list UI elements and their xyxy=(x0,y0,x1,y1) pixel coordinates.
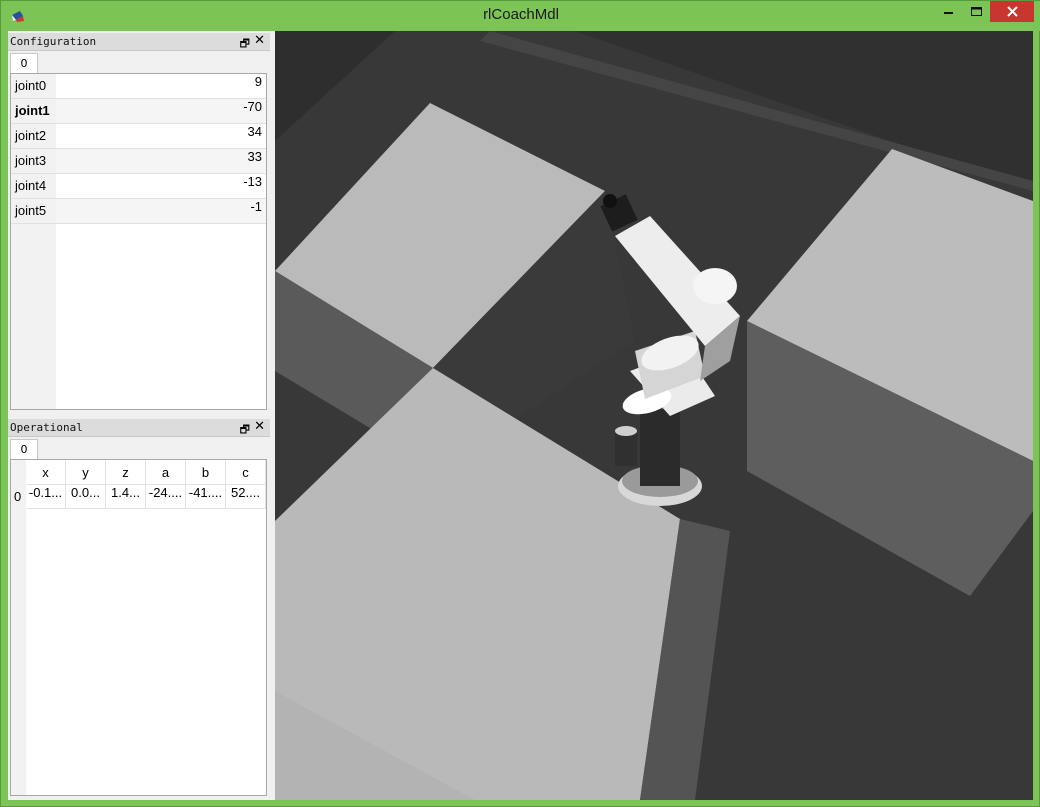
table-row[interactable]: joint0 9 xyxy=(11,74,266,99)
configuration-dock-title: Configuration xyxy=(10,35,97,48)
column-header[interactable]: b xyxy=(186,460,226,485)
table-cell[interactable]: -0.1... xyxy=(26,485,66,509)
operational-table: x y z a b c 0 -0.1... 0.0... 1.4... -24.... -41....… xyxy=(10,459,267,796)
table-cell[interactable]: 52.... xyxy=(226,485,266,509)
minimize-button[interactable] xyxy=(936,1,962,22)
joint-value-cell[interactable]: -1 xyxy=(56,199,266,223)
row-header-column xyxy=(11,460,26,795)
table-row[interactable]: joint4 -13 xyxy=(11,174,266,199)
dock-float-icon[interactable]: 🗗 xyxy=(240,35,250,54)
joint-value-cell[interactable]: 9 xyxy=(56,74,266,98)
joint-value-cell[interactable]: -13 xyxy=(56,174,266,198)
operational-tab-0[interactable]: 0 xyxy=(10,439,38,460)
row-header-column xyxy=(11,224,56,409)
table-row[interactable]: joint3 33 xyxy=(11,149,266,174)
joint-row-label[interactable]: joint2 xyxy=(11,124,56,148)
row-header-label[interactable]: 0 xyxy=(14,489,24,505)
table-cell[interactable]: 0.0... xyxy=(66,485,106,509)
column-header[interactable]: c xyxy=(226,460,266,485)
configuration-table: joint0 9 joint1 -70 joint2 34 joint3 33 joint4 -1… xyxy=(10,73,267,410)
maximize-icon xyxy=(970,6,982,16)
minimize-icon xyxy=(944,11,953,14)
table-cell[interactable]: 1.4... xyxy=(106,485,146,509)
table-cell[interactable]: -41.... xyxy=(186,485,226,509)
configuration-dock-titlebar[interactable]: Configuration 🗗 ✕ xyxy=(8,33,270,51)
joint-value-cell[interactable]: -70 xyxy=(56,99,266,123)
close-button[interactable] xyxy=(990,1,1034,22)
window-title: rlCoachMdl xyxy=(483,6,559,23)
3d-robot-arm-scene[interactable] xyxy=(275,31,1033,800)
app-window: rlCoachMdl Configuration 🗗 ✕ 0 joint0 9 jo… xyxy=(0,0,1040,807)
table-cell[interactable]: -24.... xyxy=(146,485,186,509)
column-header[interactable]: z xyxy=(106,460,146,485)
column-header[interactable]: x xyxy=(26,460,66,485)
3d-viewport[interactable] xyxy=(275,31,1033,800)
column-header[interactable]: a xyxy=(146,460,186,485)
operational-dock: Operational 🗗 ✕ 0 x y z a b c 0 -0.1... 0.0... 1.… xyxy=(8,419,270,799)
operational-dock-title: Operational xyxy=(10,421,83,434)
dock-float-icon[interactable]: 🗗 xyxy=(240,421,250,440)
column-header[interactable]: y xyxy=(66,460,106,485)
joint-row-label[interactable]: joint0 xyxy=(11,74,56,98)
joint-row-label[interactable]: joint5 xyxy=(11,199,56,223)
close-icon xyxy=(1006,6,1018,17)
maximize-button[interactable] xyxy=(963,1,989,22)
table-row[interactable]: joint2 34 xyxy=(11,124,266,149)
joint-row-label[interactable]: joint3 xyxy=(11,149,56,173)
dock-close-icon[interactable]: ✕ xyxy=(254,419,265,434)
table-row[interactable]: joint5 -1 xyxy=(11,199,266,224)
joint-value-cell[interactable]: 33 xyxy=(56,149,266,173)
configuration-dock: Configuration 🗗 ✕ 0 joint0 9 joint1 -70 join… xyxy=(8,33,270,413)
client-area: Configuration 🗗 ✕ 0 joint0 9 joint1 -70 join… xyxy=(8,31,1033,800)
title-bar[interactable]: rlCoachMdl xyxy=(1,1,1040,31)
joint-row-label[interactable]: joint1 xyxy=(11,99,56,123)
operational-dock-titlebar[interactable]: Operational 🗗 ✕ xyxy=(8,419,270,437)
table-row[interactable]: joint1 -70 xyxy=(11,99,266,124)
joint-row-label[interactable]: joint4 xyxy=(11,174,56,198)
configuration-tab-0[interactable]: 0 xyxy=(10,53,38,74)
dock-close-icon[interactable]: ✕ xyxy=(254,33,265,48)
joint-value-cell[interactable]: 34 xyxy=(56,124,266,148)
